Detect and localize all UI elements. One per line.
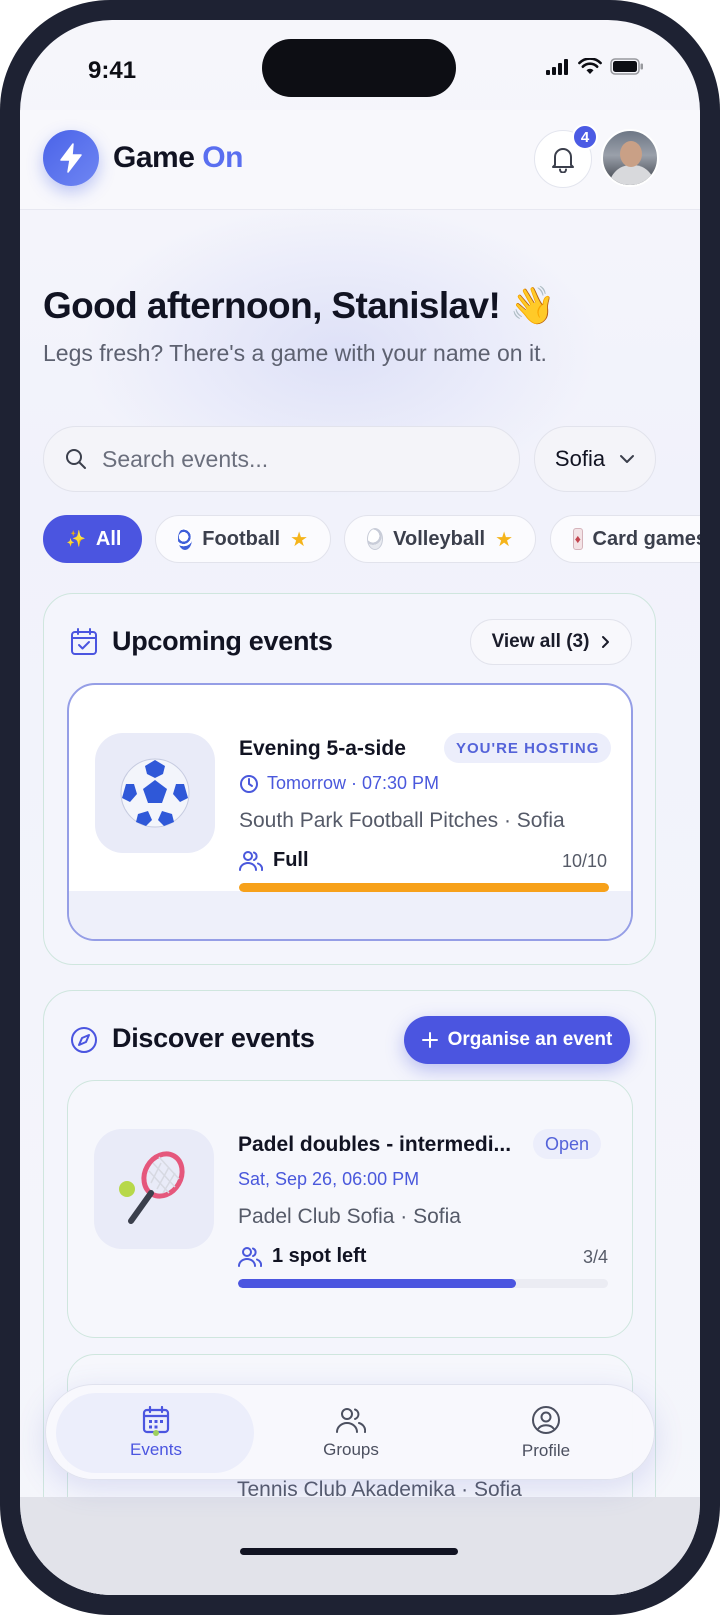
compass-icon [71, 1027, 97, 1053]
discover-events-title: Discover events [112, 1023, 315, 1053]
discover-event-card[interactable]: Padel doubles - intermedi... Open Sat, S… [67, 1080, 633, 1338]
view-all-button[interactable]: View all (3) [470, 619, 632, 665]
event-card-footer [69, 891, 631, 939]
star-icon: ★ [495, 528, 513, 551]
users-icon [239, 850, 263, 871]
hosted-event-card[interactable]: Evening 5-a-side YOU'RE HOSTING Tomorrow… [67, 683, 633, 941]
chevron-down-icon [620, 455, 635, 463]
nav-profile[interactable]: Profile [446, 1385, 646, 1481]
app-header: Game On 4 [20, 110, 700, 210]
event-title: Padel doubles - intermedi... [238, 1133, 512, 1156]
notification-badge: 4 [572, 124, 598, 150]
chip-all[interactable]: ✨ All [43, 515, 142, 563]
nav-events-label: Events [130, 1440, 182, 1459]
calendar-check-icon [71, 628, 97, 655]
playing-cards-icon: ♦ [573, 528, 583, 550]
open-tag: Open [533, 1129, 602, 1159]
search-icon [66, 449, 86, 469]
capacity-bar [239, 883, 609, 892]
greeting-subtitle: Legs fresh? There's a game with your nam… [43, 340, 547, 366]
lightning-icon [60, 143, 82, 173]
event-thumbnail [95, 733, 215, 853]
wifi-icon [578, 58, 602, 74]
signal-icon [546, 58, 568, 75]
chip-card-games[interactable]: ♦ Card games [550, 515, 700, 563]
chevron-right-icon [602, 636, 610, 648]
event-time: Sat, Sep 26, 06:00 PM [238, 1169, 419, 1190]
star-icon: ★ [290, 528, 308, 551]
event-time-label: Tomorrow · 07:30 PM [267, 773, 440, 793]
football-icon [178, 528, 193, 550]
app-title-part2: On [202, 141, 243, 174]
chip-football-label: Football [202, 527, 281, 550]
status-icons [546, 58, 644, 75]
user-avatar[interactable] [601, 129, 659, 187]
user-circle-icon [532, 1406, 560, 1434]
filter-chips: ✨ All Football ★ Volleyball ★ ♦ Card gam… [43, 515, 700, 565]
event-place: South Park Football Pitches · Sofia [239, 809, 565, 832]
battery-icon [610, 58, 643, 75]
capacity-bar-fill [238, 1279, 516, 1288]
greeting-title: Good afternoon, Stanislav! 👋 [43, 285, 556, 326]
organise-event-label: Organise an event [447, 1029, 613, 1050]
chip-football[interactable]: Football ★ [155, 515, 331, 563]
upcoming-events-card: Upcoming events View all (3) Evening 5-a… [43, 593, 656, 965]
nav-groups[interactable]: Groups [251, 1385, 451, 1481]
capacity-bar [238, 1279, 608, 1288]
tennis-racket-icon [119, 1151, 185, 1224]
nav-profile-label: Profile [521, 1441, 571, 1460]
chip-volleyball-label: Volleyball [393, 527, 486, 550]
chip-card-games-label: Card games [592, 527, 701, 550]
users-icon [336, 1408, 366, 1433]
nav-active-dot [153, 1430, 159, 1436]
event-capacity: Full [239, 849, 309, 872]
app-title: Game On [113, 141, 243, 175]
upcoming-events-title: Upcoming events [112, 626, 333, 656]
avatar-shirt [609, 165, 655, 185]
dynamic-island [262, 39, 456, 97]
event-time-label: Sat, Sep 26, 06:00 PM [238, 1169, 420, 1189]
event-capacity: 1 spot left [238, 1245, 366, 1268]
bottom-navigation: Events Groups Profile [45, 1384, 655, 1480]
event-time: Tomorrow · 07:30 PM [239, 773, 439, 794]
view-all-label: View all (3) [491, 631, 590, 652]
clock-icon [240, 774, 258, 793]
nav-groups-label: Groups [323, 1440, 379, 1459]
users-icon [238, 1246, 262, 1267]
event-title: Evening 5-a-side [239, 737, 406, 760]
event-count: 10/10 [561, 851, 607, 871]
event-capacity-label: 1 spot left [272, 1245, 367, 1267]
city-label: Sofia [554, 446, 606, 471]
organise-event-button[interactable]: Organise an event [404, 1016, 630, 1064]
sparkles-icon: ✨ [66, 531, 86, 548]
search-bar[interactable] [43, 426, 520, 492]
chip-volleyball[interactable]: Volleyball ★ [344, 515, 536, 563]
app-screen: 9:41 Game On 4 Good afternoon, Stanislav… [20, 20, 700, 1595]
football-icon [120, 758, 190, 828]
home-indicator [240, 1548, 458, 1555]
event-count: 3/4 [582, 1247, 608, 1267]
capacity-bar-fill [239, 883, 609, 892]
search-input[interactable] [102, 445, 462, 473]
bell-icon [552, 148, 574, 173]
event-capacity-label: Full [273, 849, 309, 871]
app-title-part1: Game [113, 141, 195, 174]
volleyball-icon [367, 528, 384, 550]
chip-all-label: All [95, 527, 122, 550]
event-place: Padel Club Sofia · Sofia [238, 1205, 461, 1228]
event-thumbnail [94, 1129, 214, 1249]
avatar-face [620, 141, 642, 167]
status-time: 9:41 [88, 57, 137, 84]
city-selector[interactable]: Sofia [534, 426, 656, 492]
plus-icon [421, 1032, 438, 1048]
phone-frame: 9:41 Game On 4 Good afternoon, Stanislav… [0, 0, 720, 1615]
home-indicator-area [20, 1497, 700, 1595]
app-logo[interactable] [43, 130, 99, 186]
hosting-tag: YOU'RE HOSTING [444, 733, 612, 763]
